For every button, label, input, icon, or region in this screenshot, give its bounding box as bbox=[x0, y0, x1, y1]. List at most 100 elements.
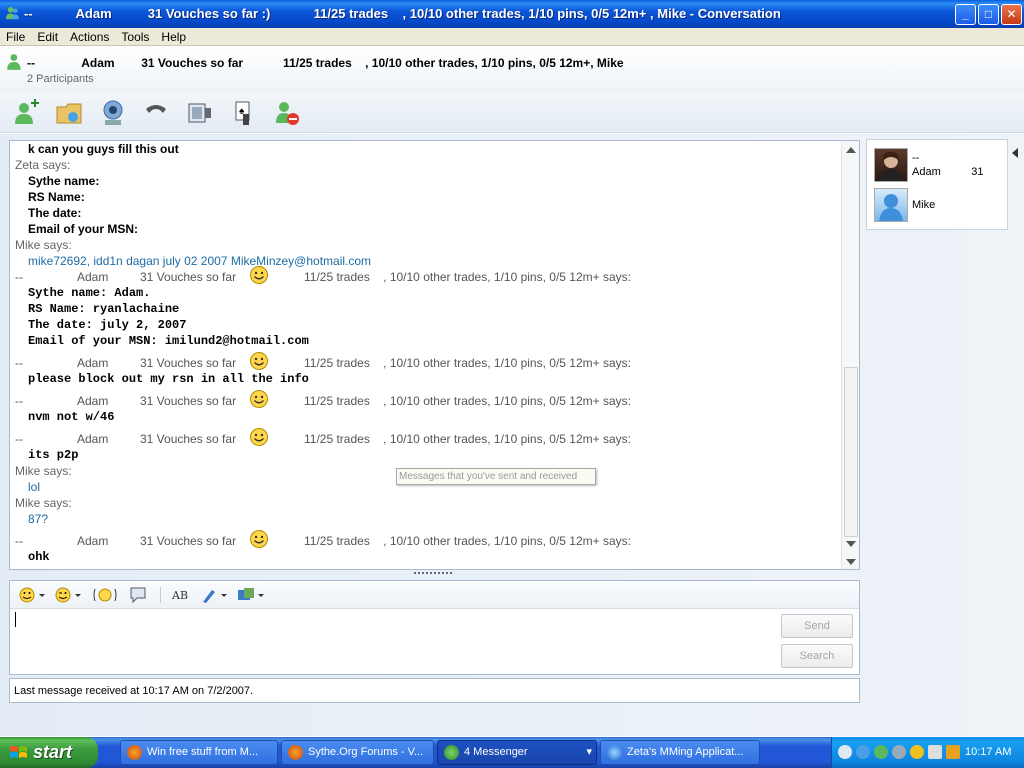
sender-header: -- Adam 31 Vouches so far 11/25 trades , 10… bbox=[15, 390, 835, 409]
task-messenger[interactable]: 4 Messenger ▾ bbox=[437, 740, 597, 765]
block-contact-icon[interactable] bbox=[274, 99, 302, 127]
title-bar[interactable]: -- Adam 31 Vouches so far :) 11/25 trade… bbox=[0, 0, 1024, 28]
sender-name: Adam bbox=[77, 356, 109, 370]
menu-tools[interactable]: Tools bbox=[115, 28, 155, 44]
sender-name: Adam bbox=[77, 534, 109, 548]
message-line: The date: july 2, 2007 bbox=[28, 318, 187, 332]
message-line: 87? bbox=[28, 512, 49, 526]
svg-text:AB: AB bbox=[171, 589, 188, 602]
games-icon[interactable]: ♠ bbox=[230, 99, 258, 127]
sender-vouches: 31 Vouches so far bbox=[140, 394, 237, 408]
chat-tooltip: Messages that you've sent and received bbox=[396, 468, 596, 485]
windows-logo-icon bbox=[10, 746, 27, 758]
message-line: Sythe name: bbox=[28, 174, 100, 188]
wink-picker-icon[interactable] bbox=[54, 586, 82, 604]
message-line: please block out my rsn in all the info bbox=[28, 372, 309, 386]
text-cursor bbox=[15, 612, 16, 627]
adam-photo-icon bbox=[879, 151, 903, 181]
sender-header: -- Adam 31 Vouches so far 11/25 trades , 10… bbox=[15, 428, 835, 447]
compose-area[interactable]: AB Send Search bbox=[9, 580, 860, 675]
smiley-icon bbox=[250, 266, 268, 284]
message-line: its p2p bbox=[28, 448, 79, 462]
tray-warning-icon[interactable] bbox=[910, 745, 924, 759]
task-firefox-2[interactable]: Sythe.Org Forums - V... bbox=[281, 740, 434, 765]
message-line: The date: bbox=[28, 206, 82, 220]
tray-search-icon[interactable] bbox=[856, 745, 870, 759]
message-line: nvm not w/46 bbox=[28, 410, 115, 424]
invite-contact-icon[interactable] bbox=[12, 99, 40, 127]
smiley-icon bbox=[250, 390, 268, 408]
task-ie[interactable]: Zeta's MMing Applicat... bbox=[600, 740, 760, 765]
collapse-panel-arrow-icon[interactable] bbox=[1012, 148, 1018, 158]
pane-splitter-handle[interactable] bbox=[414, 572, 452, 577]
sender-header: -- Adam 31 Vouches so far 11/25 trades , 10… bbox=[15, 530, 835, 549]
sender-dash: -- bbox=[15, 394, 23, 408]
maximize-button[interactable]: □ bbox=[978, 4, 999, 25]
clock[interactable]: 10:17 AM bbox=[965, 746, 1011, 758]
sender-dash: -- bbox=[15, 356, 23, 370]
formatting-toolbar: AB bbox=[10, 581, 859, 609]
status-bar: Last message received at 10:17 AM on 7/2… bbox=[9, 678, 860, 703]
nudge-icon[interactable] bbox=[92, 586, 118, 604]
menu-edit[interactable]: Edit bbox=[31, 28, 64, 44]
internet-explorer-icon bbox=[607, 745, 622, 760]
says-line: Zeta says: bbox=[15, 158, 71, 172]
smiley-icon bbox=[250, 352, 268, 370]
conversation-title: -- Adam 31 Vouches so far 11/25 trades ,… bbox=[27, 56, 624, 70]
chat-lines: k can you guys fill this out Zeta says: Sy… bbox=[15, 141, 835, 565]
send-files-icon[interactable] bbox=[55, 99, 83, 127]
close-button[interactable]: ✕ bbox=[1001, 4, 1022, 25]
tray-app-icon[interactable] bbox=[946, 745, 960, 759]
firefox-icon bbox=[127, 745, 142, 760]
scrollbar-thumb[interactable] bbox=[844, 367, 858, 537]
sender-dash: -- bbox=[15, 270, 23, 284]
message-line: Email of your MSN: imilund2@hotmail.com bbox=[28, 334, 309, 348]
group-dropdown-icon[interactable]: ▾ bbox=[586, 741, 592, 764]
smiley-icon bbox=[250, 428, 268, 446]
avatar-mike[interactable] bbox=[874, 188, 908, 222]
task-firefox-1[interactable]: Win free stuff from M... bbox=[120, 740, 278, 765]
menu-help[interactable]: Help bbox=[155, 28, 192, 44]
send-button[interactable]: Send bbox=[781, 614, 853, 638]
sender-vouches: 31 Vouches so far bbox=[140, 534, 237, 548]
message-line: Email of your MSN: bbox=[28, 222, 139, 236]
sender-status: 11/25 trades , 10/10 other trades, 1/10 … bbox=[304, 394, 631, 408]
scroll-up-arrow-icon[interactable] bbox=[846, 147, 856, 153]
avatar-adam[interactable] bbox=[874, 148, 908, 182]
participants-count[interactable]: 2 Participants bbox=[27, 73, 94, 85]
conversation-header: -- Adam 31 Vouches so far 11/25 trades ,… bbox=[0, 47, 1024, 93]
voice-clip-icon[interactable] bbox=[128, 586, 148, 604]
menu-file[interactable]: File bbox=[0, 28, 31, 44]
participants-icon bbox=[7, 54, 21, 70]
scroll-down-arrow-icon[interactable] bbox=[846, 541, 856, 547]
search-button[interactable]: Search bbox=[781, 644, 853, 668]
system-tray: 10:17 AM bbox=[831, 737, 1024, 768]
emoticon-picker-icon[interactable] bbox=[18, 586, 46, 604]
smiley-icon bbox=[250, 530, 268, 548]
activities-icon[interactable] bbox=[186, 99, 214, 127]
font-icon[interactable]: AB bbox=[170, 586, 192, 604]
contact-mike-name: Mike bbox=[912, 199, 936, 211]
menu-actions[interactable]: Actions bbox=[64, 28, 115, 44]
start-label: start bbox=[33, 742, 73, 762]
messenger-people-icon bbox=[5, 6, 20, 20]
video-call-icon[interactable] bbox=[99, 99, 127, 127]
firefox-icon bbox=[288, 745, 303, 760]
tray-mic-icon[interactable] bbox=[928, 745, 942, 759]
background-brush-icon[interactable] bbox=[200, 586, 228, 604]
sender-status: 11/25 trades , 10/10 other trades, 1/10 … bbox=[304, 356, 631, 370]
tray-messenger-icon[interactable] bbox=[874, 745, 888, 759]
scroll-end-arrow-icon[interactable] bbox=[846, 559, 856, 565]
tray-network-icon[interactable] bbox=[892, 745, 906, 759]
message-line: mike72692, idd1n dagan july 02 2007 Mike… bbox=[28, 254, 372, 268]
chat-scrollbar[interactable] bbox=[841, 141, 859, 569]
toolbar-separator bbox=[160, 587, 161, 603]
sender-vouches: 31 Vouches so far bbox=[140, 356, 237, 370]
phone-call-icon[interactable] bbox=[142, 99, 170, 127]
minimize-button[interactable]: _ bbox=[955, 4, 976, 25]
start-button[interactable]: start bbox=[0, 737, 98, 768]
chat-history[interactable]: k can you guys fill this out Zeta says: Sy… bbox=[9, 140, 860, 570]
show-options-icon[interactable] bbox=[236, 586, 266, 604]
menu-bar: File Edit Actions Tools Help bbox=[0, 28, 1024, 46]
tray-arrow-icon[interactable] bbox=[838, 745, 852, 759]
